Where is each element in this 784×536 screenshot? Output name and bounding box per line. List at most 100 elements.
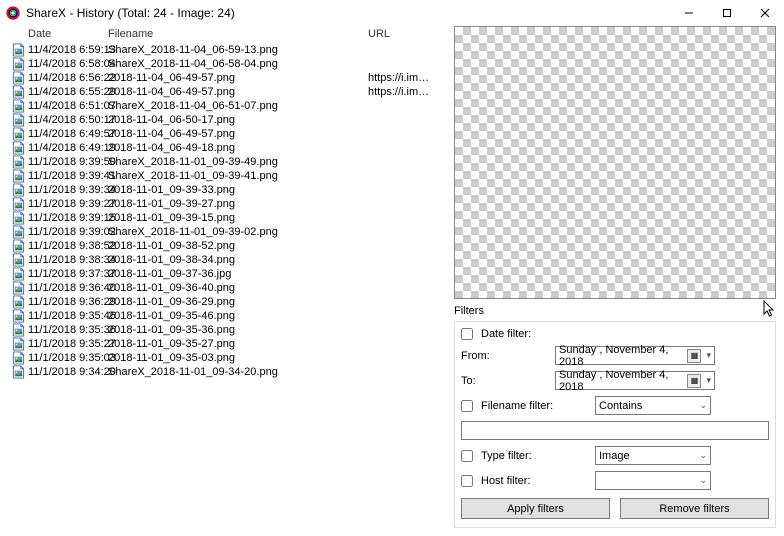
- filename-filter-input[interactable]: [461, 421, 769, 440]
- table-row[interactable]: 11/1/2018 9:37:372018-11-01_09-37-36.jpg: [8, 267, 448, 281]
- from-date-picker[interactable]: Sunday , November 4, 2018 ▦ ▾: [555, 346, 715, 365]
- close-button[interactable]: [746, 0, 784, 26]
- row-date: 11/1/2018 9:39:50: [28, 156, 108, 168]
- table-row[interactable]: 11/1/2018 9:34:20ShareX_2018-11-01_09-34…: [8, 365, 448, 379]
- row-date: 11/1/2018 9:38:52: [28, 240, 108, 252]
- image-file-icon: [8, 141, 28, 155]
- row-filename: 2018-11-04_06-50-17.png: [108, 114, 368, 126]
- row-date: 11/1/2018 9:38:34: [28, 254, 108, 266]
- table-row[interactable]: 11/1/2018 9:39:50ShareX_2018-11-01_09-39…: [8, 155, 448, 169]
- row-date: 11/1/2018 9:35:46: [28, 310, 108, 322]
- image-file-icon: [8, 155, 28, 169]
- type-filter-text: Type filter:: [481, 450, 532, 462]
- row-date: 11/1/2018 9:36:29: [28, 296, 108, 308]
- image-file-icon: [8, 295, 28, 309]
- row-filename: 2018-11-01_09-38-34.png: [108, 254, 368, 266]
- row-filename: 2018-11-01_09-37-36.jpg: [108, 268, 368, 280]
- date-filter-checkbox[interactable]: [461, 328, 473, 340]
- image-file-icon: [8, 43, 28, 57]
- host-filter-dropdown[interactable]: ⌄: [595, 471, 711, 490]
- image-file-icon: [8, 183, 28, 197]
- host-filter-checkbox-label[interactable]: Host filter:: [461, 475, 591, 487]
- date-filter-text: Date filter:: [481, 328, 531, 340]
- row-date: 11/1/2018 9:35:27: [28, 338, 108, 350]
- row-filename: ShareX_2018-11-04_06-51-07.png: [108, 100, 368, 112]
- table-row[interactable]: 11/4/2018 6:59:13ShareX_2018-11-04_06-59…: [8, 43, 448, 57]
- column-header-filename[interactable]: Filename: [108, 28, 368, 40]
- chevron-down-icon: ⌄: [699, 400, 707, 411]
- window-title: ShareX - History (Total: 24 - Image: 24): [26, 6, 670, 20]
- row-filename: 2018-11-01_09-35-36.png: [108, 324, 368, 336]
- history-rows[interactable]: 11/4/2018 6:59:13ShareX_2018-11-04_06-59…: [8, 43, 448, 528]
- window-controls: [670, 0, 784, 26]
- row-date: 11/1/2018 9:37:37: [28, 268, 108, 280]
- row-date: 11/4/2018 6:58:04: [28, 58, 108, 70]
- row-filename: 2018-11-01_09-35-27.png: [108, 338, 368, 350]
- row-filename: ShareX_2018-11-01_09-39-02.png: [108, 226, 368, 238]
- row-date: 11/1/2018 9:35:36: [28, 324, 108, 336]
- image-file-icon: [8, 225, 28, 239]
- calendar-icon[interactable]: ▦: [687, 374, 701, 388]
- table-row[interactable]: 11/1/2018 9:35:462018-11-01_09-35-46.png: [8, 309, 448, 323]
- remove-filters-button[interactable]: Remove filters: [620, 498, 769, 519]
- image-file-icon: [8, 337, 28, 351]
- row-date: 11/4/2018 6:59:13: [28, 44, 108, 56]
- table-row[interactable]: 11/1/2018 9:39:342018-11-01_09-39-33.png: [8, 183, 448, 197]
- column-header-url[interactable]: URL: [368, 28, 448, 40]
- table-row[interactable]: 11/4/2018 6:55:292018-11-04_06-49-57.png…: [8, 85, 448, 99]
- column-headers[interactable]: Date Filename URL: [8, 26, 448, 43]
- table-row[interactable]: 11/1/2018 9:39:272018-11-01_09-39-27.png: [8, 197, 448, 211]
- chevron-down-icon[interactable]: ▾: [706, 350, 711, 361]
- from-label: From:: [461, 350, 551, 362]
- apply-filters-button[interactable]: Apply filters: [461, 498, 610, 519]
- table-row[interactable]: 11/1/2018 9:38:342018-11-01_09-38-34.png: [8, 253, 448, 267]
- type-filter-dropdown[interactable]: Image ⌄: [595, 446, 711, 465]
- table-row[interactable]: 11/1/2018 9:39:02ShareX_2018-11-01_09-39…: [8, 225, 448, 239]
- minimize-button[interactable]: [670, 0, 708, 26]
- row-date: 11/4/2018 6:56:22: [28, 72, 108, 84]
- table-row[interactable]: 11/1/2018 9:39:152018-11-01_09-39-15.png: [8, 211, 448, 225]
- row-filename: 2018-11-01_09-39-27.png: [108, 198, 368, 210]
- chevron-down-icon: ⌄: [699, 450, 707, 461]
- calendar-icon[interactable]: ▦: [687, 349, 701, 363]
- column-header-date[interactable]: Date: [8, 28, 108, 40]
- row-date: 11/1/2018 9:39:02: [28, 226, 108, 238]
- chevron-down-icon[interactable]: ▾: [706, 375, 711, 386]
- table-row[interactable]: 11/1/2018 9:36:292018-11-01_09-36-29.png: [8, 295, 448, 309]
- chevron-down-icon: ⌄: [699, 475, 707, 486]
- row-filename: 2018-11-01_09-38-52.png: [108, 240, 368, 252]
- from-date-value: Sunday , November 4, 2018: [559, 344, 687, 368]
- row-filename: 2018-11-04_06-49-18.png: [108, 142, 368, 154]
- host-filter-checkbox[interactable]: [461, 475, 473, 487]
- table-row[interactable]: 11/1/2018 9:38:522018-11-01_09-38-52.png: [8, 239, 448, 253]
- row-filename: 2018-11-01_09-36-40.png: [108, 282, 368, 294]
- to-date-picker[interactable]: Sunday , November 4, 2018 ▦▾: [555, 371, 715, 390]
- image-file-icon: [8, 239, 28, 253]
- type-filter-checkbox[interactable]: [461, 450, 473, 462]
- filename-mode-value: Contains: [599, 400, 642, 412]
- row-date: 11/1/2018 9:39:15: [28, 212, 108, 224]
- date-filter-checkbox-label[interactable]: Date filter:: [461, 328, 551, 340]
- filename-filter-checkbox-label[interactable]: Filename filter:: [461, 400, 591, 412]
- table-row[interactable]: 11/4/2018 6:51:07ShareX_2018-11-04_06-51…: [8, 99, 448, 113]
- table-row[interactable]: 11/4/2018 6:49:572018-11-04_06-49-57.png: [8, 127, 448, 141]
- row-filename: ShareX_2018-11-04_06-58-04.png: [108, 58, 368, 70]
- table-row[interactable]: 11/1/2018 9:35:272018-11-01_09-35-27.png: [8, 337, 448, 351]
- filename-mode-dropdown[interactable]: Contains ⌄: [595, 396, 711, 415]
- filename-filter-checkbox[interactable]: [461, 400, 473, 412]
- table-row[interactable]: 11/1/2018 9:35:032018-11-01_09-35-03.png: [8, 351, 448, 365]
- type-filter-checkbox-label[interactable]: Type filter:: [461, 450, 591, 462]
- image-file-icon: [8, 267, 28, 281]
- maximize-button[interactable]: [708, 0, 746, 26]
- table-row[interactable]: 11/4/2018 6:56:222018-11-04_06-49-57.png…: [8, 71, 448, 85]
- table-row[interactable]: 11/1/2018 9:35:362018-11-01_09-35-36.png: [8, 323, 448, 337]
- app-icon: [6, 6, 20, 20]
- table-row[interactable]: 11/1/2018 9:39:41ShareX_2018-11-01_09-39…: [8, 169, 448, 183]
- table-row[interactable]: 11/4/2018 6:58:04ShareX_2018-11-04_06-58…: [8, 57, 448, 71]
- row-filename: ShareX_2018-11-04_06-59-13.png: [108, 44, 368, 56]
- table-row[interactable]: 11/4/2018 6:50:172018-11-04_06-50-17.png: [8, 113, 448, 127]
- table-row[interactable]: 11/1/2018 9:36:402018-11-01_09-36-40.png: [8, 281, 448, 295]
- history-list: Date Filename URL 11/4/2018 6:59:13Share…: [8, 26, 448, 528]
- table-row[interactable]: 11/4/2018 6:49:192018-11-04_06-49-18.png: [8, 141, 448, 155]
- image-file-icon: [8, 71, 28, 85]
